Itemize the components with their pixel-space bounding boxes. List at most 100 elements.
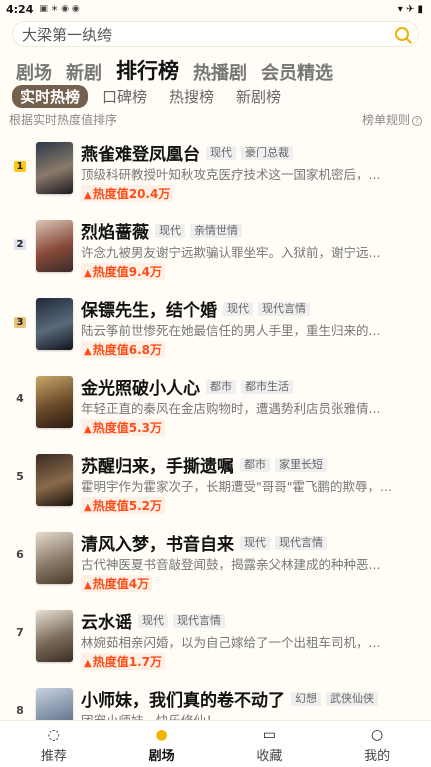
poster-image[interactable] bbox=[36, 688, 73, 720]
rank-number: 5 bbox=[16, 470, 24, 483]
heat-number: 9.4万 bbox=[128, 265, 162, 279]
tag: 现代 bbox=[206, 145, 236, 160]
rank-number: 4 bbox=[16, 392, 24, 405]
drama-title[interactable]: 苏醒归来，手撕遗嘱 bbox=[81, 452, 234, 477]
heat-label: 热度值 bbox=[92, 265, 129, 279]
subtab-reputation[interactable]: 口碑榜 bbox=[102, 86, 147, 107]
tab-theater[interactable]: 剧场 bbox=[16, 59, 52, 85]
nav-mine[interactable]: ○ 我的 bbox=[323, 721, 431, 767]
nav-favorites[interactable]: ▭ 收藏 bbox=[216, 721, 324, 767]
tab-vip[interactable]: 会员精选 bbox=[261, 59, 333, 85]
list-item[interactable]: 8 小师妹，我们真的卷不动了 幻想 武侠仙侠 团宠小师妹，快乐修仙！ bbox=[0, 676, 431, 720]
flame-icon: ▲ bbox=[84, 658, 92, 669]
sort-note: 根据实时热度值排序 bbox=[9, 113, 118, 127]
status-bar: 4:24 ▣ ∗ ◉ ◉ ▾ ✈ ▮ bbox=[0, 0, 431, 18]
drama-description: 霍明宇作为霍家次子，长期遭受"哥哥"霍飞鹏的欺辱，... bbox=[81, 479, 392, 494]
heat-value: ▲热度值6.8万 bbox=[81, 341, 165, 358]
rank-badge: 1 bbox=[14, 161, 26, 172]
flame-icon: ▲ bbox=[84, 346, 92, 357]
drama-description: 团宠小师妹，快乐修仙！ bbox=[81, 710, 417, 720]
subtab-search[interactable]: 热搜榜 bbox=[169, 86, 214, 107]
drama-description: 林婉茹相亲闪婚，以为自己嫁给了一个出租车司机，... bbox=[81, 635, 381, 650]
poster-image[interactable] bbox=[36, 532, 73, 584]
heat-label: 热度值 bbox=[92, 343, 129, 357]
search-input[interactable]: 大梁第一纨绔 bbox=[22, 24, 112, 45]
poster-image[interactable] bbox=[36, 610, 73, 662]
nav-label: 收藏 bbox=[256, 749, 283, 764]
poster-image[interactable] bbox=[36, 298, 73, 350]
rank-number: 7 bbox=[16, 626, 24, 639]
heat-value: ▲热度值5.2万 bbox=[81, 497, 165, 514]
tab-new[interactable]: 新剧 bbox=[66, 59, 102, 85]
drama-title[interactable]: 清风入梦，书音自来 bbox=[81, 530, 234, 555]
heat-label: 热度值 bbox=[92, 187, 129, 201]
notification-icons: ▣ ∗ ◉ ◉ bbox=[39, 4, 80, 14]
poster-image[interactable] bbox=[36, 454, 73, 506]
bottom-nav: ◌ 推荐 ● 剧场 ▭ 收藏 ○ 我的 bbox=[0, 720, 431, 767]
drama-description: 年轻正直的秦风在金店购物时，遭遇势利店员张雅倩... bbox=[81, 401, 381, 416]
drama-description: 古代神医夏书音敲登闻鼓，揭露亲父林建成的种种恶... bbox=[81, 557, 381, 572]
tag: 武侠仙侠 bbox=[326, 691, 378, 706]
drama-title[interactable]: 金光照破小人心 bbox=[81, 374, 200, 399]
recommend-icon: ◌ bbox=[47, 727, 60, 743]
tag: 现代 bbox=[223, 301, 253, 316]
category-tabs: 剧场 新剧 排行榜 热播剧 会员精选 bbox=[16, 55, 347, 85]
ranking-subtabs: 实时热榜 口碑榜 热搜榜 新剧榜 bbox=[12, 85, 303, 108]
nav-recommend[interactable]: ◌ 推荐 bbox=[0, 721, 108, 767]
list-item[interactable]: 1 燕雀难登凤凰台 现代 豪门总裁 顶级科研教授叶知秋攻克医疗技术这一国家机密后… bbox=[0, 130, 431, 208]
rules-link[interactable]: 榜单规则? bbox=[362, 111, 422, 128]
nav-label: 推荐 bbox=[40, 749, 67, 764]
tab-ranking[interactable]: 排行榜 bbox=[116, 55, 179, 85]
tag: 亲情世情 bbox=[190, 223, 242, 238]
list-item[interactable]: 7 云水谣 现代 现代言情 林婉茹相亲闪婚，以为自己嫁给了一个出租车司机，...… bbox=[0, 598, 431, 676]
tag: 现代言情 bbox=[258, 301, 310, 316]
drama-title[interactable]: 烈焰蔷薇 bbox=[81, 218, 149, 243]
heat-label: 热度值 bbox=[92, 655, 129, 669]
list-item[interactable]: 3 保镖先生，结个婚 现代 现代言情 陆云筝前世惨死在她最信任的男人手里，重生归… bbox=[0, 286, 431, 364]
heat-label: 热度值 bbox=[92, 499, 129, 513]
nav-theater[interactable]: ● 剧场 bbox=[108, 721, 216, 767]
subtab-newdrama[interactable]: 新剧榜 bbox=[236, 86, 281, 107]
system-icons: ▾ ✈ ▮ bbox=[397, 3, 423, 15]
poster-image[interactable] bbox=[36, 142, 73, 194]
heat-number: 6.8万 bbox=[128, 343, 162, 357]
tag: 都市 bbox=[240, 457, 270, 472]
subtab-realtime[interactable]: 实时热榜 bbox=[12, 85, 89, 108]
tag: 现代言情 bbox=[173, 613, 225, 628]
list-item[interactable]: 4 金光照破小人心 都市 都市生活 年轻正直的秦风在金店购物时，遭遇势利店员张雅… bbox=[0, 364, 431, 442]
profile-icon: ○ bbox=[371, 727, 384, 743]
heat-number: 1.7万 bbox=[128, 655, 162, 669]
list-item[interactable]: 2 烈焰蔷薇 现代 亲情世情 许念九被男友谢宁远欺骗认罪坐牢。入狱前，谢宁远..… bbox=[0, 208, 431, 286]
nav-label: 我的 bbox=[364, 749, 391, 764]
heat-label: 热度值 bbox=[92, 421, 129, 435]
drama-description: 陆云筝前世惨死在她最信任的男人手里，重生归来的... bbox=[81, 323, 381, 338]
drama-title[interactable]: 燕雀难登凤凰台 bbox=[81, 140, 200, 165]
poster-image[interactable] bbox=[36, 376, 73, 428]
drama-title[interactable]: 云水谣 bbox=[81, 608, 132, 633]
heat-number: 4万 bbox=[128, 577, 150, 591]
list-item[interactable]: 5 苏醒归来，手撕遗嘱 都市 家里长短 霍明宇作为霍家次子，长期遭受"哥哥"霍飞… bbox=[0, 442, 431, 520]
flame-icon: ▲ bbox=[84, 268, 92, 279]
heat-value: ▲热度值4万 bbox=[81, 575, 153, 592]
theater-icon: ● bbox=[155, 727, 168, 743]
drama-title[interactable]: 保镖先生，结个婚 bbox=[81, 296, 217, 321]
heat-number: 5.2万 bbox=[128, 499, 162, 513]
list-item[interactable]: 6 清风入梦，书音自来 现代 现代言情 古代神医夏书音敲登闻鼓，揭露亲父林建成的… bbox=[0, 520, 431, 598]
folder-icon: ▭ bbox=[262, 727, 276, 743]
search-icon[interactable] bbox=[395, 27, 409, 41]
heat-value: ▲热度值1.7万 bbox=[81, 653, 165, 670]
tag: 都市生活 bbox=[241, 379, 293, 394]
tag: 现代言情 bbox=[275, 535, 327, 550]
drama-description: 许念九被男友谢宁远欺骗认罪坐牢。入狱前，谢宁远... bbox=[81, 245, 381, 260]
poster-image[interactable] bbox=[36, 220, 73, 272]
tab-hot[interactable]: 热播剧 bbox=[193, 59, 247, 85]
heat-value: ▲热度值20.4万 bbox=[81, 185, 174, 202]
drama-title[interactable]: 小师妹，我们真的卷不动了 bbox=[81, 686, 285, 711]
rules-label: 榜单规则 bbox=[361, 113, 410, 127]
heat-value: ▲热度值9.4万 bbox=[81, 263, 165, 280]
search-bar[interactable]: 大梁第一纨绔 bbox=[12, 21, 419, 47]
tag: 现代 bbox=[138, 613, 168, 628]
flame-icon: ▲ bbox=[84, 424, 92, 435]
ranking-list: 1 燕雀难登凤凰台 现代 豪门总裁 顶级科研教授叶知秋攻克医疗技术这一国家机密后… bbox=[0, 130, 431, 720]
drama-description: 顶级科研教授叶知秋攻克医疗技术这一国家机密后，... bbox=[81, 167, 381, 182]
